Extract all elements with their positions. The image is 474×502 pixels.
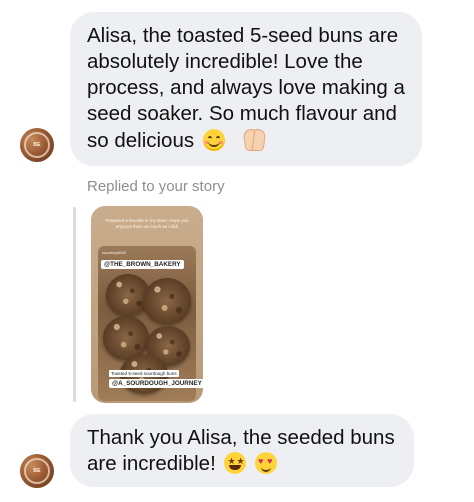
story-mention-tag: @THE_BROWN_BAKERY bbox=[101, 260, 184, 269]
story-mention-tag: @A_SOURDOUGH_JOURNEY bbox=[109, 379, 203, 388]
story-photo-caption: Toasted 5-seed sourdough buns bbox=[109, 370, 179, 377]
avatar-logo: BE bbox=[24, 458, 50, 484]
story-thumbnail[interactable]: Prepared a favorite in my Bowl. Hope you… bbox=[91, 206, 203, 403]
story-caption: Prepared a favorite in my Bowl. Hope you… bbox=[105, 218, 189, 229]
sender-avatar[interactable]: BE bbox=[20, 128, 54, 162]
story-photo: courtney8042 bbox=[98, 246, 196, 401]
heart-eyes-emoji: ♥ ♥ bbox=[255, 452, 278, 474]
smiling-face-emoji bbox=[202, 129, 225, 151]
story-username: courtney8042 bbox=[102, 250, 127, 255]
message-bubble[interactable]: Thank you Alisa, the seeded buns are inc… bbox=[70, 414, 414, 487]
star-struck-emoji: ★ ★ bbox=[224, 452, 247, 474]
folded-hands-emoji bbox=[241, 127, 267, 151]
avatar-logo: BE bbox=[24, 132, 50, 158]
message-bubble[interactable]: Alisa, the toasted 5-seed buns are absol… bbox=[70, 12, 422, 166]
replied-to-story-label: Replied to your story bbox=[87, 178, 225, 195]
sender-avatar[interactable]: BE bbox=[20, 454, 54, 488]
reply-indicator-bar bbox=[73, 207, 76, 402]
